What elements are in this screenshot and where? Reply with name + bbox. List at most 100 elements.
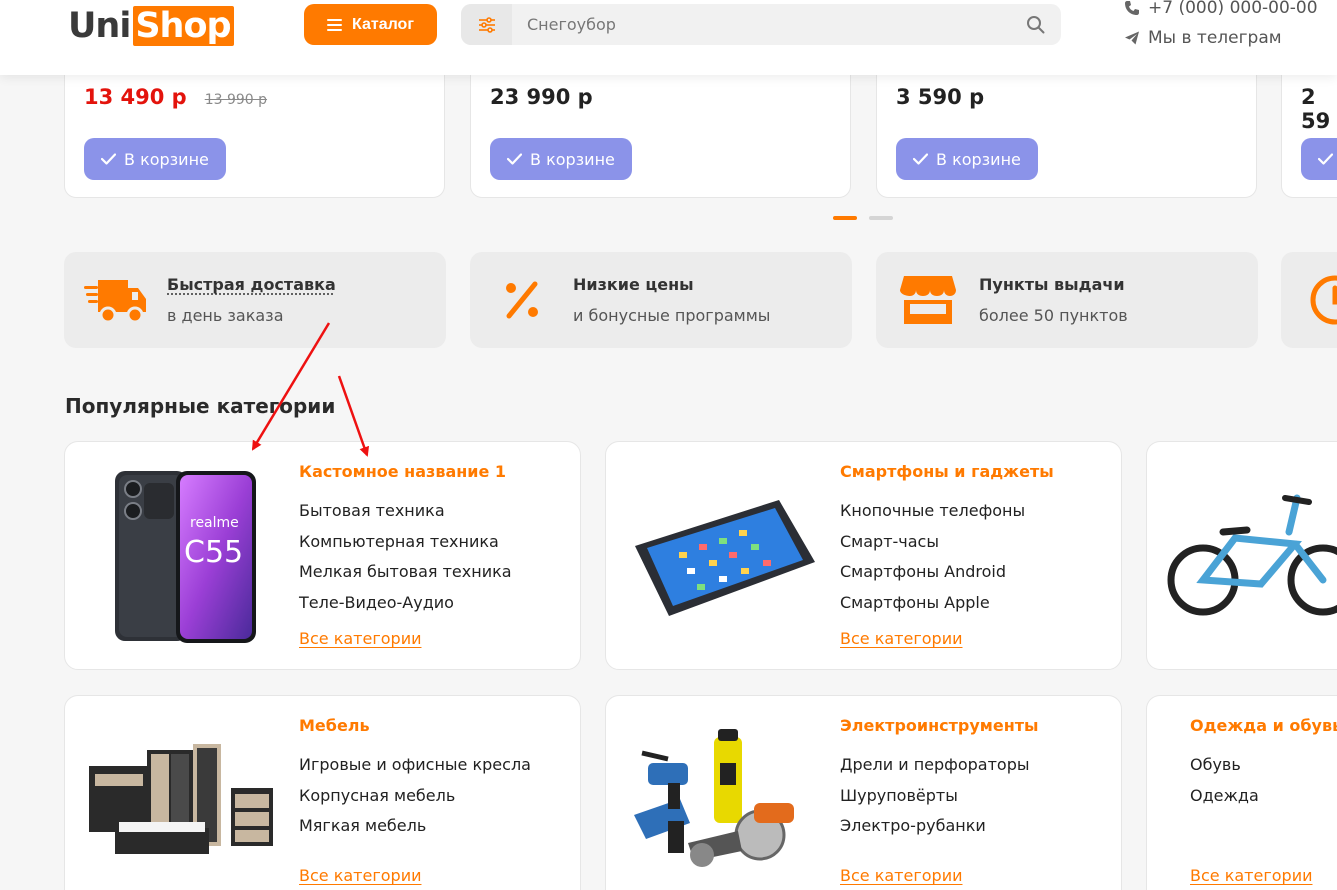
in-cart-button[interactable]: [1301, 138, 1337, 180]
logo-shop-label: Shop: [135, 6, 231, 46]
product-card[interactable]: 23 990 р В корзине: [470, 60, 851, 198]
old-price: 13 990 р: [204, 92, 268, 108]
product-card-partial[interactable]: 2 59: [1281, 60, 1337, 198]
in-cart-label: В корзине: [124, 149, 209, 169]
in-cart-button[interactable]: В корзине: [896, 138, 1038, 180]
filter-button[interactable]: [461, 4, 512, 45]
phone-brand-text: realme: [190, 515, 239, 531]
subcategory-link[interactable]: Мелкая бытовая техника: [299, 561, 512, 592]
subcategory-link[interactable]: Мягкая мебель: [299, 815, 531, 846]
category-card[interactable]: Мебель Игровые и офисные кресла Корпусна…: [64, 695, 581, 890]
feature-fast-delivery: Быстрая доставка в день заказа: [64, 252, 446, 348]
subcategory-link[interactable]: Смартфоны Android: [840, 561, 1025, 592]
search-icon[interactable]: [1026, 15, 1045, 34]
search-input[interactable]: [527, 4, 1007, 45]
section-title: Популярные категории: [65, 394, 336, 418]
subcategory-link[interactable]: Теле-Видео-Аудио: [299, 592, 512, 623]
in-cart-button[interactable]: В корзине: [490, 138, 632, 180]
logo-uni-text: Uni: [68, 6, 131, 46]
feature-subtitle: более 50 пунктов: [979, 306, 1128, 325]
price: 13 490 р: [84, 85, 187, 109]
feature-title-link[interactable]: Быстрая доставка: [167, 275, 336, 294]
subcategory-link[interactable]: Обувь: [1190, 754, 1259, 785]
feature-title: Пункты выдачи: [979, 275, 1125, 294]
telegram-icon: [1125, 31, 1139, 45]
category-image-phone: realme C55: [83, 460, 283, 654]
logo-superscript: 2: [224, 22, 231, 32]
category-title[interactable]: Электроинструменты: [840, 716, 1039, 735]
all-categories-link[interactable]: Все категории: [1190, 866, 1312, 885]
category-title[interactable]: Одежда и обувь: [1190, 716, 1337, 735]
menu-icon: [327, 18, 342, 31]
sliders-icon: [478, 16, 495, 33]
subcategory-link[interactable]: Дрели и перфораторы: [840, 754, 1029, 785]
category-card-partial[interactable]: Одежда и обувь Обувь Одежда Все категори…: [1146, 695, 1337, 890]
category-title[interactable]: Мебель: [299, 716, 370, 735]
product-card[interactable]: 13 490 р 13 990 р В корзине: [64, 60, 445, 198]
price-row: 23 990 р: [490, 85, 593, 109]
feature-title: Низкие цены: [573, 275, 694, 294]
subcategory-list: Дрели и перфораторы Шуруповёрты Электро-…: [840, 754, 1029, 846]
price: 3 590 р: [896, 85, 985, 109]
subcategory-link[interactable]: Кнопочные телефоны: [840, 500, 1025, 531]
product-card[interactable]: 3 590 р В корзине: [876, 60, 1257, 198]
category-card[interactable]: Электроинструменты Дрели и перфораторы Ш…: [605, 695, 1122, 890]
telegram-label: Мы в телеграм: [1148, 28, 1282, 48]
category-title[interactable]: Смартфоны и гаджеты: [840, 462, 1054, 481]
carousel-dot-active[interactable]: [833, 216, 857, 220]
subcategory-link[interactable]: Смартфоны Apple: [840, 592, 1025, 623]
logo-shop-text: Shop 2: [133, 6, 234, 46]
telegram-link[interactable]: Мы в телеграм: [1124, 28, 1282, 48]
category-card[interactable]: Смартфоны и гаджеты Кнопочные телефоны С…: [605, 441, 1122, 670]
price-row: 13 490 р 13 990 р: [84, 85, 267, 109]
subcategory-link[interactable]: Игровые и офисные кресла: [299, 754, 531, 785]
subcategory-list: Обувь Одежда: [1190, 754, 1259, 815]
category-card[interactable]: realme C55 Кастомное название 1 Бытовая …: [64, 441, 581, 670]
catalog-label: Каталог: [352, 15, 414, 33]
subcategory-link[interactable]: Шуруповёрты: [840, 785, 1029, 816]
phone-model-text: C55: [184, 535, 243, 570]
category-image-bicycle: [1165, 472, 1337, 642]
price-row: 3 590 р: [896, 85, 984, 109]
category-image-power-tools: [628, 722, 818, 872]
price: 23 990 р: [490, 85, 593, 109]
feature-partial: [1281, 252, 1337, 348]
site-header: Uni Shop2 Каталог +7 (000) 000-00-00 Мы …: [0, 0, 1337, 75]
price-row: 2 59: [1301, 85, 1337, 133]
check-icon: [101, 153, 116, 165]
check-icon: [1318, 153, 1333, 165]
search-bar: [461, 4, 1061, 45]
subcategory-link[interactable]: Одежда: [1190, 785, 1259, 816]
subcategory-link[interactable]: Бытовая техника: [299, 500, 512, 531]
subcategory-link[interactable]: Электро-рубанки: [840, 815, 1029, 846]
subcategory-link[interactable]: Смарт-часы: [840, 531, 1025, 562]
logo[interactable]: Uni Shop 2: [68, 6, 234, 46]
category-card-partial[interactable]: [1146, 441, 1337, 670]
phone-number: +7 (000) 000-00-00: [1148, 0, 1318, 18]
clock-icon: [1303, 272, 1337, 328]
catalog-button[interactable]: Каталог: [304, 4, 437, 45]
phone-link[interactable]: +7 (000) 000-00-00: [1124, 0, 1318, 18]
category-title[interactable]: Кастомное название 1: [299, 462, 506, 481]
subcategory-link[interactable]: Корпусная мебель: [299, 785, 531, 816]
check-icon: [507, 153, 522, 165]
price: 2 59: [1301, 85, 1331, 133]
all-categories-link[interactable]: Все категории: [299, 629, 421, 648]
subcategory-link[interactable]: Компьютерная техника: [299, 531, 512, 562]
carousel-dot[interactable]: [869, 216, 893, 220]
feature-subtitle: в день заказа: [167, 306, 284, 325]
feature-low-prices: Низкие цены и бонусные программы: [470, 252, 852, 348]
category-image-tablet: [624, 460, 824, 654]
all-categories-link[interactable]: Все категории: [840, 629, 962, 648]
store-icon: [896, 272, 960, 328]
in-cart-button[interactable]: В корзине: [84, 138, 226, 180]
subcategory-list: Игровые и офисные кресла Корпусная мебел…: [299, 754, 531, 846]
all-categories-link[interactable]: Все категории: [299, 866, 421, 885]
subcategory-list: Бытовая техника Компьютерная техника Мел…: [299, 500, 512, 622]
all-categories-link[interactable]: Все категории: [840, 866, 962, 885]
percent-icon: [490, 272, 554, 328]
feature-pickup-points: Пункты выдачи более 50 пунктов: [876, 252, 1258, 348]
carousel-pagination: [833, 216, 893, 220]
truck-icon: [84, 272, 148, 328]
check-icon: [913, 153, 928, 165]
